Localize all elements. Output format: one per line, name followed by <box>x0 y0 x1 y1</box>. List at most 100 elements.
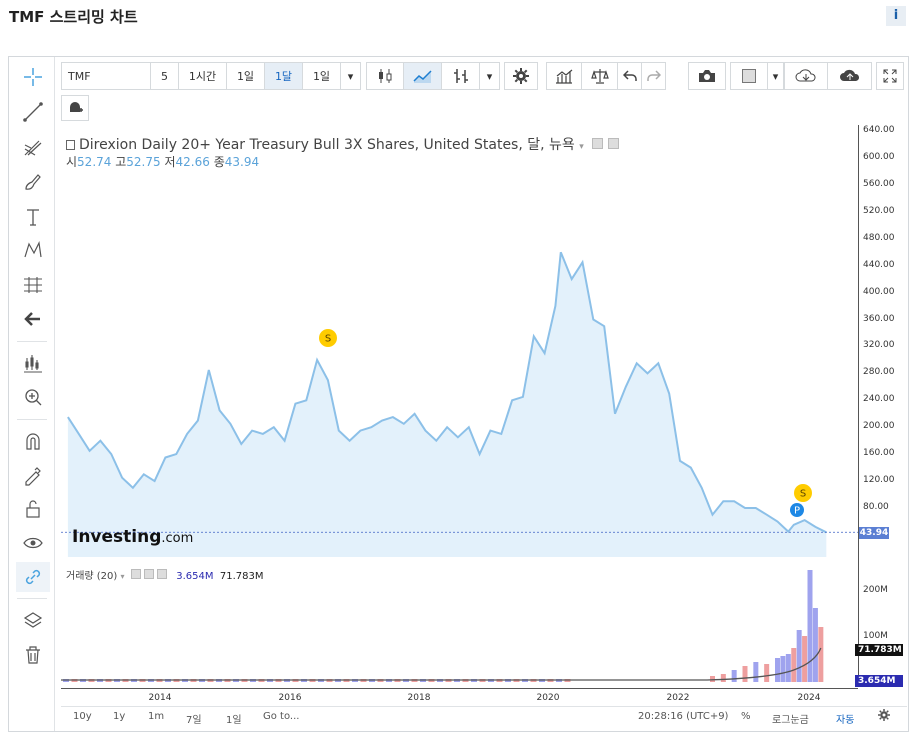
x-tick: 2020 <box>536 693 560 703</box>
split-marker[interactable]: S <box>794 484 812 502</box>
close-icon[interactable] <box>157 569 168 579</box>
indicators-icon[interactable] <box>21 351 45 375</box>
volume-bar <box>812 608 818 682</box>
settings-icon[interactable] <box>592 138 604 149</box>
svg-text:S: S <box>325 334 331 345</box>
trash-icon[interactable] <box>21 643 45 667</box>
y-tick: 520.00 <box>863 205 895 216</box>
price-chart[interactable]: SSP <box>61 125 858 557</box>
crosshair-icon[interactable] <box>21 65 45 89</box>
x-tick: 2024 <box>797 693 821 703</box>
investing-watermark: Investing.com <box>72 527 194 547</box>
y-tick: 440.00 <box>863 259 895 270</box>
settings-icon[interactable] <box>130 569 141 579</box>
range-1d[interactable]: 1일 <box>226 711 242 726</box>
hide-icon[interactable] <box>143 569 154 579</box>
auto-toggle[interactable]: 자동 <box>836 711 854 726</box>
volume-bar <box>796 630 802 682</box>
info-button[interactable]: i <box>886 6 906 26</box>
chevron-down-icon[interactable]: ▾ <box>480 62 500 90</box>
capture-group: ▾ <box>688 62 784 90</box>
interval-1h[interactable]: 1시간 <box>179 62 227 90</box>
y-tick: 480.00 <box>863 232 895 243</box>
split-marker[interactable]: S <box>319 329 337 347</box>
camera-icon[interactable] <box>688 62 726 90</box>
back-arrow-icon[interactable] <box>21 307 45 331</box>
link-icon[interactable] <box>16 562 50 592</box>
volume-bar <box>780 656 786 682</box>
interval-1d[interactable]: 1일 <box>227 62 265 90</box>
symbol-input[interactable]: TMF <box>61 62 151 90</box>
hide-icon[interactable] <box>607 138 619 149</box>
tools-group <box>546 62 666 90</box>
range-7d[interactable]: 7일 <box>186 711 202 726</box>
cloud-download-icon[interactable] <box>784 62 828 90</box>
range-10y[interactable]: 10y <box>73 711 92 722</box>
interval-toolbar: TMF 5 1시간 1일 1달 1일 ▾ <box>61 62 361 90</box>
gear-icon[interactable] <box>878 709 890 724</box>
low-value: 42.66 <box>175 155 210 169</box>
x-tick: 2022 <box>666 693 690 703</box>
chevron-down-icon[interactable]: ▾ <box>121 572 125 581</box>
chevron-down-icon[interactable]: ▾ <box>768 62 784 90</box>
interval-5[interactable]: 5 <box>151 62 179 90</box>
eye-icon[interactable] <box>21 531 45 555</box>
percent-toggle[interactable]: % <box>741 711 751 722</box>
gear-icon[interactable] <box>504 62 538 90</box>
interval-dropdown[interactable]: 1일 <box>303 62 341 90</box>
price-axis[interactable]: 640.00 600.00 560.00 520.00 480.00 440.00 400.… <box>858 125 908 687</box>
y-tick: 400.00 <box>863 286 895 297</box>
magnet-icon[interactable] <box>21 429 45 453</box>
brush-icon[interactable] <box>21 170 45 194</box>
volume-bar <box>764 664 770 682</box>
lock-drawing-icon[interactable] <box>21 463 45 487</box>
add-alert-button[interactable] <box>61 95 89 121</box>
volume-bar <box>785 654 791 682</box>
bars-icon[interactable] <box>442 62 480 90</box>
settings-group <box>504 62 538 90</box>
open-label: 시 <box>66 155 78 169</box>
volume-bar <box>742 666 748 682</box>
price-area-fill <box>67 252 827 557</box>
svg-text:P: P <box>794 506 800 517</box>
high-label: 고 <box>115 155 127 169</box>
svg-text:S: S <box>800 489 806 500</box>
range-1m[interactable]: 1m <box>148 711 164 722</box>
unlock-icon[interactable] <box>21 497 45 521</box>
chevron-down-icon[interactable]: ▾ <box>341 62 361 90</box>
bottom-toolbar: 10y 1y 1m 7일 1일 Go to... 20:28:16 (UTC+9… <box>61 706 907 728</box>
zoom-icon[interactable] <box>21 385 45 409</box>
symbol-description: Direxion Daily 20+ Year Treasury Bull 3X… <box>79 137 575 153</box>
fullscreen-icon[interactable] <box>876 62 904 90</box>
pattern-icon[interactable] <box>21 238 45 262</box>
trendline-icon[interactable] <box>21 100 45 124</box>
y-tick: 200.00 <box>863 421 895 432</box>
log-toggle[interactable]: 로그눈금 <box>772 711 809 726</box>
area-chart-icon[interactable] <box>404 62 442 90</box>
fib-icon[interactable] <box>21 273 45 297</box>
time-axis[interactable]: 2014 2016 2018 2020 2022 2024 <box>61 688 858 706</box>
range-1y[interactable]: 1y <box>113 711 125 722</box>
volume-bar <box>753 662 759 682</box>
undo-icon[interactable] <box>618 62 642 90</box>
chevron-down-icon[interactable]: ▾ <box>579 142 584 152</box>
redo-icon[interactable] <box>642 62 666 90</box>
x-tick: 2014 <box>148 693 172 703</box>
collapse-icon[interactable] <box>66 140 75 150</box>
indicator-chart-icon[interactable] <box>546 62 582 90</box>
volume-bar <box>731 670 737 682</box>
cloud-upload-icon[interactable] <box>828 62 872 90</box>
volume-bar <box>710 676 715 682</box>
interval-1m[interactable]: 1달 <box>265 62 303 90</box>
volume-bar <box>791 648 797 682</box>
compare-scale-icon[interactable] <box>582 62 618 90</box>
goto-button[interactable]: Go to... <box>263 711 299 722</box>
color-swatch[interactable] <box>730 62 768 90</box>
volume-label: 거래량 (20) <box>66 571 118 582</box>
layers-icon[interactable] <box>21 609 45 633</box>
text-icon[interactable] <box>21 205 45 229</box>
volume-y-tick: 100M <box>863 631 888 641</box>
candles-icon[interactable] <box>366 62 404 90</box>
pitchfork-icon[interactable] <box>21 135 45 159</box>
payout-marker[interactable]: P <box>790 503 804 517</box>
